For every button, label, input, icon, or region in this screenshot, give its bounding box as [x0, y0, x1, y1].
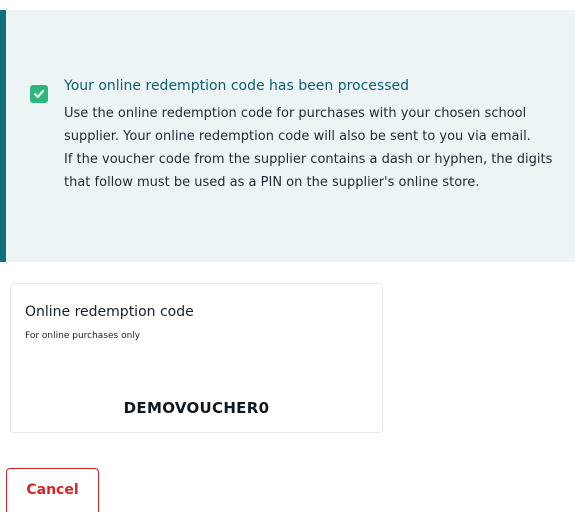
page: Your online redemption code has been pro… — [0, 0, 575, 512]
alert-message-1: Use the online redemption code for purch… — [64, 106, 531, 144]
alert-body: Use the online redemption code for purch… — [64, 102, 574, 194]
alert-message-2: If the voucher code from the supplier co… — [64, 152, 553, 190]
redemption-code: DEMOVOUCHER0 — [123, 399, 270, 417]
code-card-title: Online redemption code — [25, 304, 194, 320]
alert-title: Your online redemption code has been pro… — [64, 78, 409, 94]
code-card-subtitle: For online purchases only — [25, 331, 141, 341]
redemption-code-card: Online redemption code For online purcha… — [10, 283, 383, 433]
success-alert: Your online redemption code has been pro… — [0, 10, 575, 262]
cancel-button[interactable]: Cancel — [6, 468, 99, 512]
checkmark-icon — [30, 85, 48, 103]
